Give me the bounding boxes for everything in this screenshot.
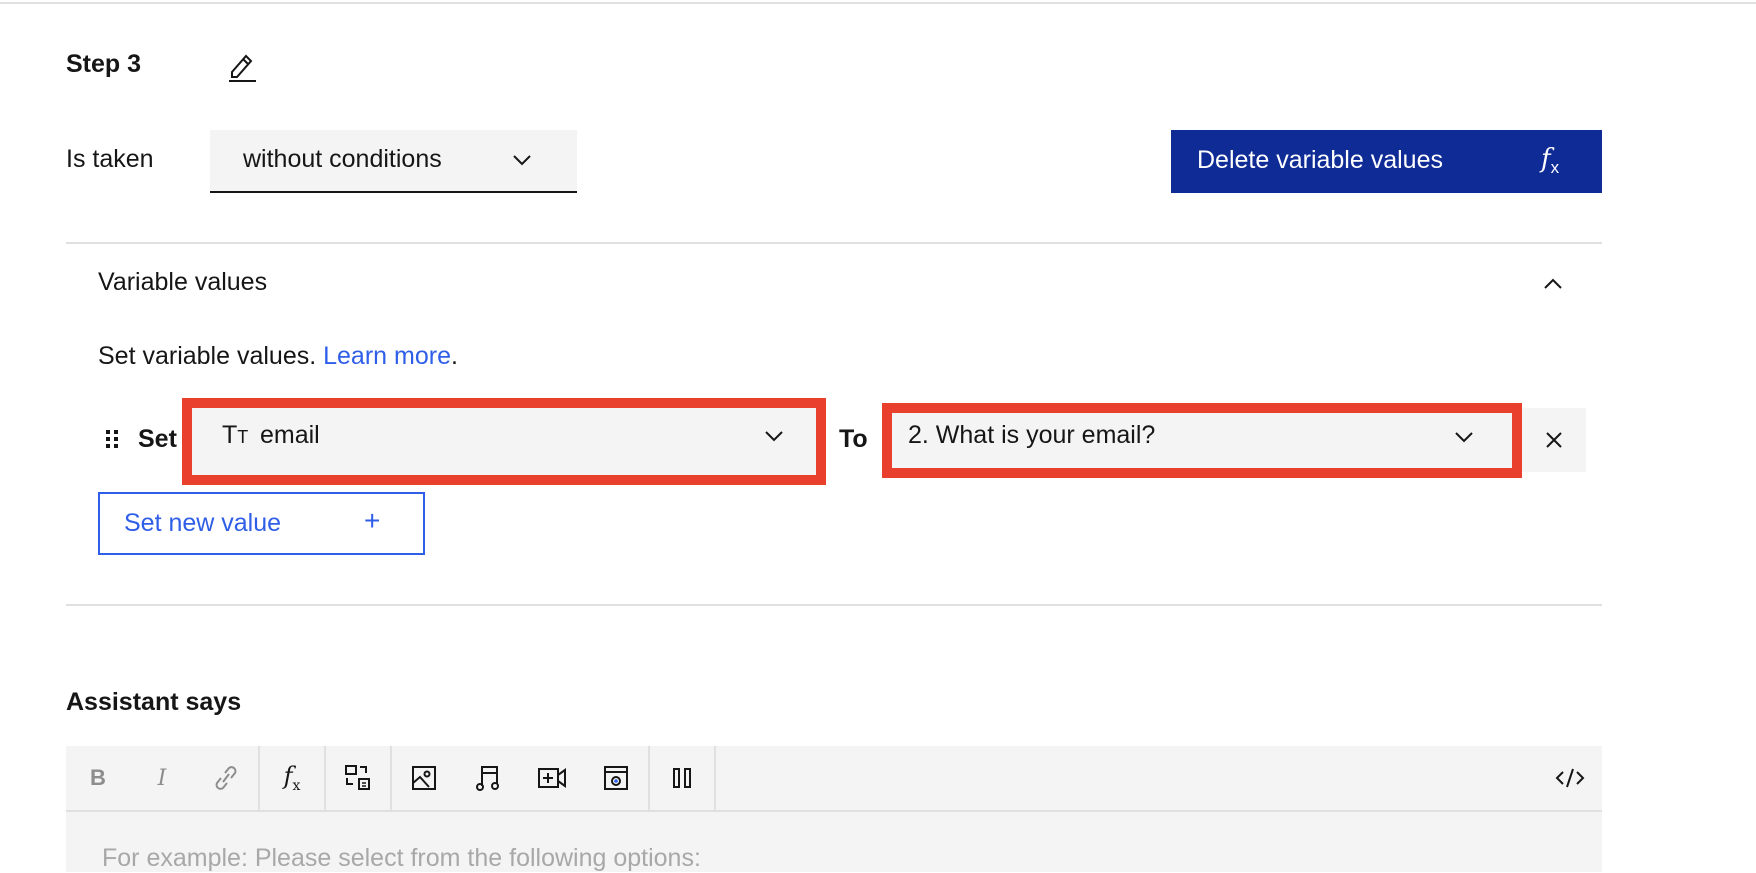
source-code-button[interactable] xyxy=(1538,746,1602,810)
condition-value: without conditions xyxy=(243,145,442,173)
remove-row-button[interactable] xyxy=(1522,408,1586,472)
italic-button[interactable]: I xyxy=(130,746,194,810)
chevron-down-icon xyxy=(513,155,531,166)
delete-variable-values-button[interactable]: Delete variable values fx xyxy=(1171,130,1602,193)
variable-values-title: Variable values xyxy=(98,268,268,296)
variable-name: email xyxy=(260,421,320,449)
set-new-value-button[interactable]: Set new value + xyxy=(98,492,425,555)
video-button[interactable] xyxy=(520,746,584,810)
set-new-value-label: Set new value xyxy=(124,509,282,537)
is-taken-label: Is taken xyxy=(66,145,154,173)
delete-button-label: Delete variable values xyxy=(1197,146,1443,174)
divider xyxy=(66,604,1602,606)
assistant-says-title: Assistant says xyxy=(66,688,242,716)
bold-button[interactable]: B xyxy=(66,746,130,810)
dialog-button[interactable] xyxy=(326,746,390,810)
top-border xyxy=(0,2,1756,4)
code-icon xyxy=(1555,768,1585,788)
variable-select[interactable]: TT email xyxy=(192,408,816,475)
italic-icon: I xyxy=(157,765,167,791)
image-button[interactable] xyxy=(392,746,456,810)
condition-dropdown[interactable]: without conditions xyxy=(210,130,577,193)
message-editor[interactable]: For example: Please select from the foll… xyxy=(66,812,1602,872)
audio-button[interactable] xyxy=(456,746,520,810)
video-icon xyxy=(538,768,566,788)
image-icon xyxy=(412,766,436,790)
dialog-icon xyxy=(345,765,370,790)
text-type-icon: TT xyxy=(222,421,249,449)
learn-more-link[interactable]: Learn more xyxy=(323,342,451,370)
link-button[interactable] xyxy=(194,746,258,810)
set-label: Set xyxy=(138,425,177,453)
chevron-down-icon xyxy=(1455,432,1473,443)
drag-handle-icon[interactable] xyxy=(104,428,120,450)
bold-icon: B xyxy=(90,765,106,790)
link-icon xyxy=(215,766,237,790)
plus-icon: + xyxy=(364,505,381,536)
pause-button[interactable] xyxy=(650,746,714,810)
pause-icon xyxy=(673,768,691,788)
fx-icon: fx xyxy=(1541,144,1560,178)
close-icon xyxy=(1546,432,1562,448)
step-title: Step 3 xyxy=(66,50,142,78)
chevron-down-icon xyxy=(765,431,783,442)
editor-placeholder: For example: Please select from the foll… xyxy=(102,844,701,872)
editor-toolbar: B I fx xyxy=(66,746,1602,812)
variable-select-highlight: TT email xyxy=(182,398,826,485)
iframe-button[interactable] xyxy=(584,746,648,810)
fx-icon: fx xyxy=(283,762,301,794)
value-select[interactable]: 2. What is your email? xyxy=(892,413,1512,468)
chevron-up-icon[interactable] xyxy=(1541,272,1565,296)
value-select-highlight: 2. What is your email? xyxy=(882,403,1522,478)
music-icon xyxy=(476,766,499,791)
variable-values-description: Set variable values. Learn more. xyxy=(98,342,458,370)
function-button[interactable]: fx xyxy=(260,746,324,810)
pencil-icon[interactable] xyxy=(226,48,258,82)
divider xyxy=(66,242,1602,244)
to-label: To xyxy=(839,425,868,453)
iframe-icon xyxy=(604,766,628,790)
value-text: 2. What is your email? xyxy=(908,421,1156,449)
